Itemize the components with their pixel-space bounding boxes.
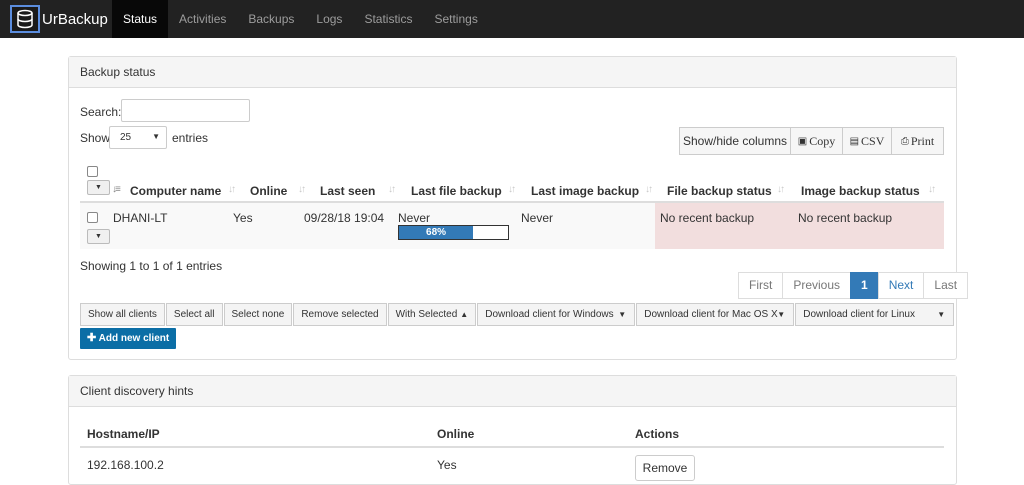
cell-computer-name: DHANI-LT (113, 211, 168, 225)
main-nav: Status Activities Backups Logs Statistic… (112, 0, 489, 38)
print-icon: ⎙ (900, 135, 909, 147)
row-dropdown-button[interactable]: ▼ (87, 229, 110, 244)
page-first[interactable]: First (738, 272, 784, 299)
nav-statistics[interactable]: Statistics (353, 0, 423, 38)
progress-fill: 68% (399, 226, 474, 239)
col-online: Online (437, 427, 475, 441)
select-all-checkbox[interactable] (87, 166, 98, 177)
copy-button[interactable]: ▣ Copy (790, 127, 843, 155)
select-all-button[interactable]: Select all (165, 303, 223, 326)
page-previous[interactable]: Previous (782, 272, 852, 299)
download-linux-button[interactable]: Download client for Linux ▼ (795, 303, 955, 326)
cell-image-backup-status: No recent backup (798, 211, 893, 225)
csv-label: CSV (861, 133, 885, 148)
nav-status[interactable]: Status (112, 0, 169, 38)
brand[interactable]: UrBackup (10, 5, 108, 33)
backup-status-panel: Backup status Search: Show 25 ▼ entries … (68, 56, 969, 360)
download-windows-label: Download client for Windows (485, 309, 614, 320)
nav-logs[interactable]: Logs (305, 0, 353, 38)
download-mac-button[interactable]: Download client for Mac OS X ▼ (636, 303, 795, 326)
caret-down-icon: ▼ (777, 310, 786, 319)
cell-online: Yes (233, 211, 253, 225)
download-windows-button[interactable]: Download client for Windows ▼ (477, 303, 636, 326)
table-row[interactable]: ▼ DHANI-LT Yes 09/28/18 19:04 Never 68% … (80, 203, 944, 249)
col-hostname: Hostname/IP (87, 427, 160, 441)
sort-asc-icon: ↓≡ (112, 184, 121, 195)
header-dropdown-button[interactable]: ▼ (87, 180, 110, 195)
show-label: Show (80, 131, 111, 145)
col-last-image-backup[interactable]: Last image backup (531, 184, 639, 198)
nav-backups[interactable]: Backups (237, 0, 305, 38)
cell-online: Yes (437, 458, 457, 472)
col-last-file-backup[interactable]: Last file backup (411, 184, 502, 198)
col-image-backup-status[interactable]: Image backup status (801, 184, 920, 198)
showing-info: Showing 1 to 1 of 1 entries (80, 259, 223, 273)
nav-activities[interactable]: Activities (168, 0, 237, 38)
progress-bar: 68% (398, 225, 509, 240)
download-mac-label: Download client for Mac OS X (644, 309, 778, 320)
with-selected-button[interactable]: With Selected ▲ (387, 303, 477, 326)
print-label: Print (910, 133, 935, 148)
cell-file-backup-status: No recent backup (660, 211, 755, 225)
search-label: Search: (80, 105, 122, 119)
brand-title: UrBackup (42, 10, 108, 28)
cell-last-file-backup: Never (398, 211, 431, 225)
sort-icon: ↓↑ (928, 184, 936, 195)
discovery-table-header: Hostname/IP Online Actions (80, 408, 944, 448)
sort-icon: ↓↑ (298, 184, 306, 195)
remove-button[interactable]: Remove (635, 455, 695, 481)
client-discovery-panel: Client discovery hints Hostname/IP Onlin… (68, 375, 957, 485)
sort-icon: ↓↑ (388, 184, 396, 195)
csv-icon: ▤ (849, 135, 860, 147)
caret-up-icon: ▲ (460, 310, 469, 319)
with-selected-label: With Selected (395, 309, 458, 320)
col-actions: Actions (635, 427, 680, 441)
remove-selected-button[interactable]: Remove selected (293, 303, 387, 326)
client-actions: Show all clients Select all Select none … (80, 303, 955, 326)
show-hide-label: Show/hide columns (682, 134, 788, 148)
pagination: First Previous 1 Next Last (738, 272, 969, 299)
select-none-button[interactable]: Select none (223, 303, 293, 326)
cell-last-image-backup: Never (521, 211, 554, 225)
page-next[interactable]: Next (877, 272, 925, 299)
add-new-client-button[interactable]: ✚ Add new client (80, 328, 177, 349)
download-linux-label: Download client for Linux (803, 309, 915, 320)
panel-heading: Client discovery hints (69, 376, 956, 407)
entries-value: 25 (120, 132, 132, 143)
panel-heading: Backup status (69, 57, 956, 88)
entries-select[interactable]: 25 ▼ (109, 126, 167, 149)
csv-button[interactable]: ▤ CSV (842, 127, 892, 155)
show-all-clients-button[interactable]: Show all clients (80, 303, 165, 326)
copy-label: Copy (809, 133, 836, 148)
nav-settings[interactable]: Settings (423, 0, 488, 38)
add-new-client-label: Add new client (98, 333, 170, 344)
print-button[interactable]: ⎙ Print (891, 127, 944, 155)
navbar: UrBackup Status Activities Backups Logs … (0, 0, 1024, 38)
caret-down-icon: ▼ (937, 310, 946, 319)
database-icon (10, 5, 40, 33)
cell-hostname: 192.168.100.2 (87, 458, 164, 472)
cell-last-seen: 09/28/18 19:04 (304, 211, 385, 225)
entries-label: entries (172, 131, 209, 145)
col-last-seen[interactable]: Last seen (320, 184, 375, 198)
sort-icon: ↓↑ (777, 184, 785, 195)
copy-icon: ▣ (797, 135, 808, 147)
caret-down-icon: ▼ (152, 132, 160, 141)
col-online[interactable]: Online (250, 184, 287, 198)
status-warning-cell (655, 203, 944, 249)
show-hide-columns-button[interactable]: Show/hide columns (679, 127, 791, 155)
caret-down-icon: ▼ (618, 310, 627, 319)
row-checkbox[interactable] (87, 212, 98, 223)
page-1[interactable]: 1 (850, 272, 879, 299)
sort-icon: ↓↑ (508, 184, 516, 195)
col-computer-name[interactable]: Computer name (130, 184, 221, 198)
search-input[interactable] (121, 99, 250, 122)
sort-icon: ↓↑ (228, 184, 236, 195)
table-header: ▼ ↓≡ Computer name ↓↑ Online ↓↑ Last see… (80, 159, 944, 203)
plus-icon: ✚ (87, 332, 97, 344)
col-file-backup-status[interactable]: File backup status (667, 184, 772, 198)
page-last[interactable]: Last (923, 272, 969, 299)
sort-icon: ↓↑ (645, 184, 653, 195)
